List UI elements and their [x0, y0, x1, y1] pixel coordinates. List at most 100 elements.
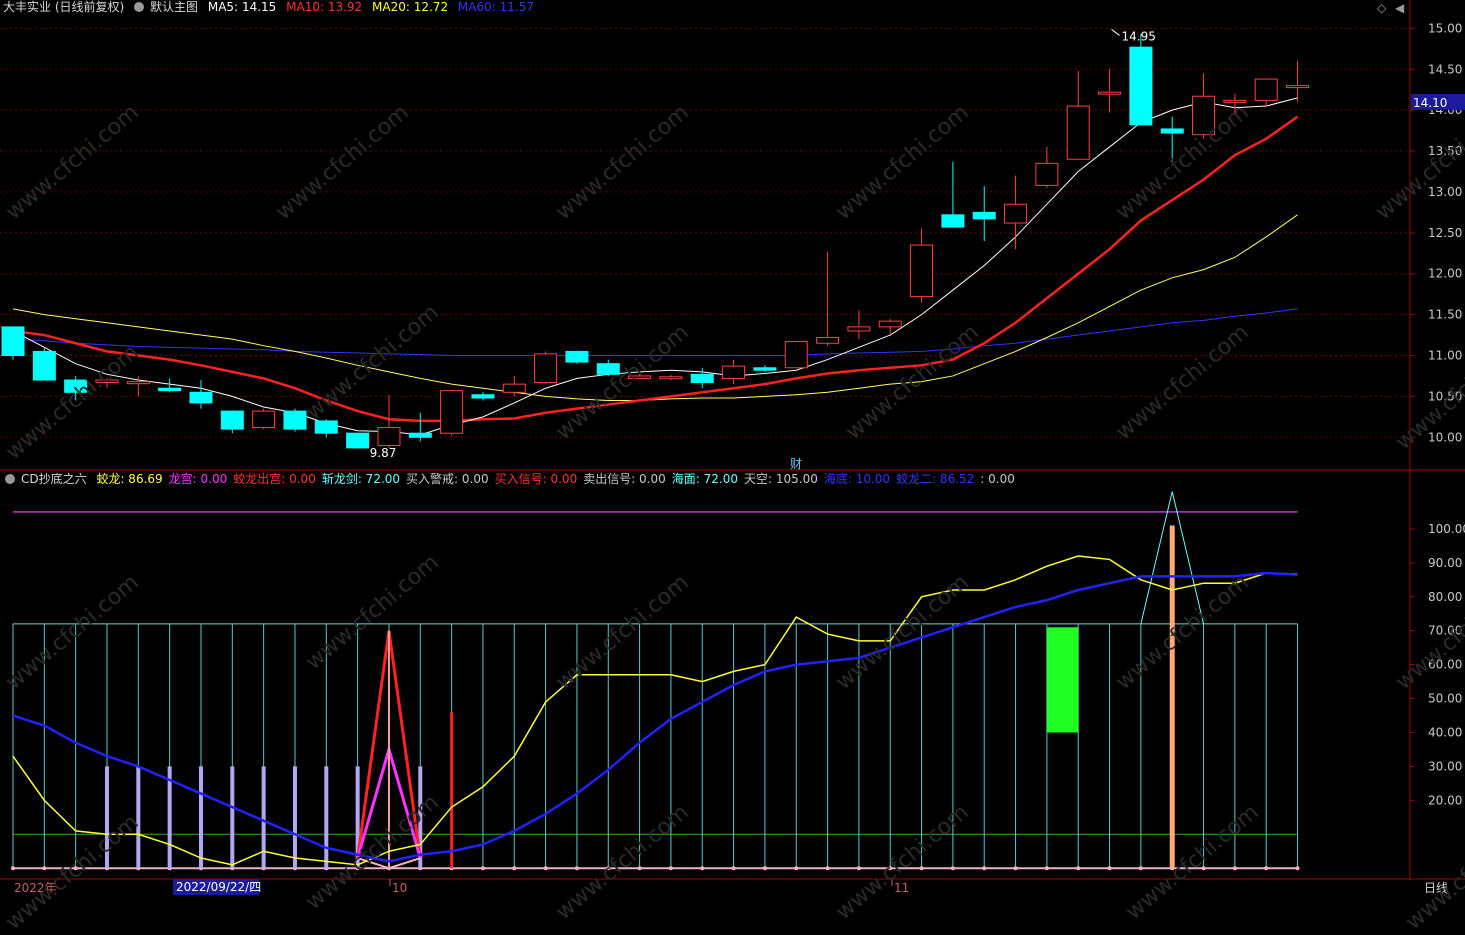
- baseline-dot: [668, 866, 673, 871]
- chart-canvas[interactable]: 15.0014.5014.0013.5013.0012.5012.0011.50…: [0, 0, 1465, 897]
- candle-body: [596, 363, 620, 375]
- ma60-label: MA60:: [457, 0, 496, 14]
- baseline-dot: [856, 866, 861, 871]
- ind-tick-label: 70.00: [1428, 624, 1462, 638]
- candle-body: [565, 350, 589, 363]
- indicator-header: CD抄底之六 蛟龙: 86.69 龙宫: 0.00 蛟龙出宫: 0.00 斩龙剑: 7…: [5, 470, 1021, 488]
- ind-tick-label: 50.00: [1428, 692, 1462, 706]
- candle-body: [847, 326, 871, 332]
- baseline-dot: [1201, 866, 1206, 871]
- ma20-line: [12, 214, 1298, 401]
- baseline-dot: [73, 866, 78, 871]
- candle-body: [1160, 128, 1184, 134]
- baseline-dot: [42, 866, 47, 871]
- ind-tick-label: 80.00: [1428, 590, 1462, 604]
- chevron-left-icon[interactable]: ◀: [1395, 1, 1404, 15]
- price-tick-label: 11.00: [1428, 349, 1462, 363]
- template-name[interactable]: 默认主图: [150, 0, 198, 14]
- diamond-icon[interactable]: ◇: [1377, 1, 1386, 15]
- price-tag: 14.10: [1413, 96, 1447, 110]
- price-tick-label: 13.50: [1428, 144, 1462, 158]
- candle-body: [1, 326, 25, 356]
- price-tick-label: 10.50: [1428, 389, 1462, 403]
- candle-body: [252, 410, 276, 428]
- candle-body: [690, 373, 714, 383]
- candle-body: [534, 353, 558, 383]
- ind-tick-label: 100.00: [1428, 522, 1465, 536]
- baseline-dot: [637, 866, 642, 871]
- baseline-dot: [1107, 866, 1112, 871]
- baseline-dot: [888, 866, 893, 871]
- stock-name[interactable]: 大丰实业 (日线前复权): [3, 0, 124, 14]
- candle-body: [1035, 162, 1059, 186]
- baseline-dot: [825, 866, 830, 871]
- green-box: [1046, 627, 1079, 733]
- main-chart-header: 大丰实业 (日线前复权) 默认主图 MA5: 14.15 MA10: 13.92…: [3, 0, 540, 16]
- price-tick-label: 13.00: [1428, 185, 1462, 199]
- ma5-value: 14.15: [241, 0, 277, 14]
- price-tick-label: 12.50: [1428, 226, 1462, 240]
- ma5-line: [12, 97, 1298, 436]
- indicator-readout-8: 天空: 105.00: [744, 472, 818, 486]
- candle-body: [753, 367, 777, 371]
- candle-body: [878, 320, 902, 328]
- baseline-dot: [950, 866, 955, 871]
- ind-tick-label: 40.00: [1428, 725, 1462, 739]
- indicator-readout-1: 龙宫: 0.00: [168, 472, 228, 486]
- x-label-cursor-date: 2022/09/22/四: [176, 880, 261, 894]
- indicator-readout-4: 买入警戒: 0.00: [406, 472, 489, 486]
- candle-body: [32, 350, 56, 381]
- indicator-readout-2: 蛟龙出宫: 0.00: [233, 472, 316, 486]
- ma5-readout: MA5: 14.15: [208, 0, 276, 14]
- low-marker-label: 9.87: [370, 446, 397, 460]
- baseline-dot: [1044, 866, 1049, 871]
- x-label-year: 2022年: [14, 881, 57, 895]
- candle-body: [972, 211, 996, 220]
- indicator-selector-icon[interactable]: [5, 474, 15, 484]
- baseline-dot: [512, 866, 517, 871]
- x-label-nov: 11: [894, 881, 909, 895]
- baseline-dot: [11, 866, 15, 871]
- ma10-value: 13.92: [327, 0, 363, 14]
- baseline-dot: [1264, 866, 1269, 871]
- ma10-line: [12, 115, 1299, 423]
- price-tick-label: 12.00: [1428, 267, 1462, 281]
- indicator-name[interactable]: CD抄底之六: [21, 472, 87, 486]
- event-marker: 财: [790, 457, 802, 471]
- candle-body: [377, 426, 401, 446]
- baseline-dot: [762, 866, 767, 871]
- ind-tick-label: 30.00: [1428, 759, 1462, 773]
- ma60-value: 11.57: [499, 0, 534, 14]
- indicator-readout-7: 海面: 72.00: [671, 472, 738, 486]
- candle-body: [1192, 95, 1216, 136]
- baseline-dot: [1076, 866, 1081, 871]
- template-selector-icon[interactable]: [134, 2, 145, 12]
- candle-body: [440, 390, 464, 434]
- ma60-readout: MA60: 11.57: [458, 0, 534, 14]
- candle-body: [220, 410, 244, 430]
- x-label-oct: 10: [392, 881, 407, 895]
- high-marker-pointer: [1111, 29, 1120, 36]
- baseline-dot: [1138, 866, 1143, 871]
- candle-body: [659, 376, 683, 380]
- candle-body: [408, 432, 432, 438]
- jiaolong-line: [12, 555, 1298, 866]
- candle-body: [1066, 105, 1090, 160]
- baseline-dot: [1232, 866, 1237, 871]
- ind-tick-label: 20.00: [1428, 793, 1462, 807]
- indicator-readout-9: 海底: 10.00: [823, 472, 891, 486]
- candle-body: [628, 375, 652, 379]
- price-tick-label: 14.50: [1428, 62, 1462, 76]
- indicator-readout-6: 卖出信号: 0.00: [583, 472, 666, 486]
- indicator-readout-10: 蛟龙二: 86.52: [896, 472, 975, 486]
- candle-body: [1286, 85, 1310, 89]
- baseline-dot: [480, 866, 485, 871]
- ma60-line: [12, 308, 1298, 356]
- candle-body: [1254, 78, 1278, 101]
- price-tick-label: 15.00: [1428, 21, 1462, 35]
- candle-body: [910, 244, 934, 298]
- candle-body: [346, 432, 370, 449]
- candle-body: [1004, 203, 1028, 224]
- ma20-label: MA20:: [372, 0, 410, 14]
- candle-body: [189, 391, 213, 404]
